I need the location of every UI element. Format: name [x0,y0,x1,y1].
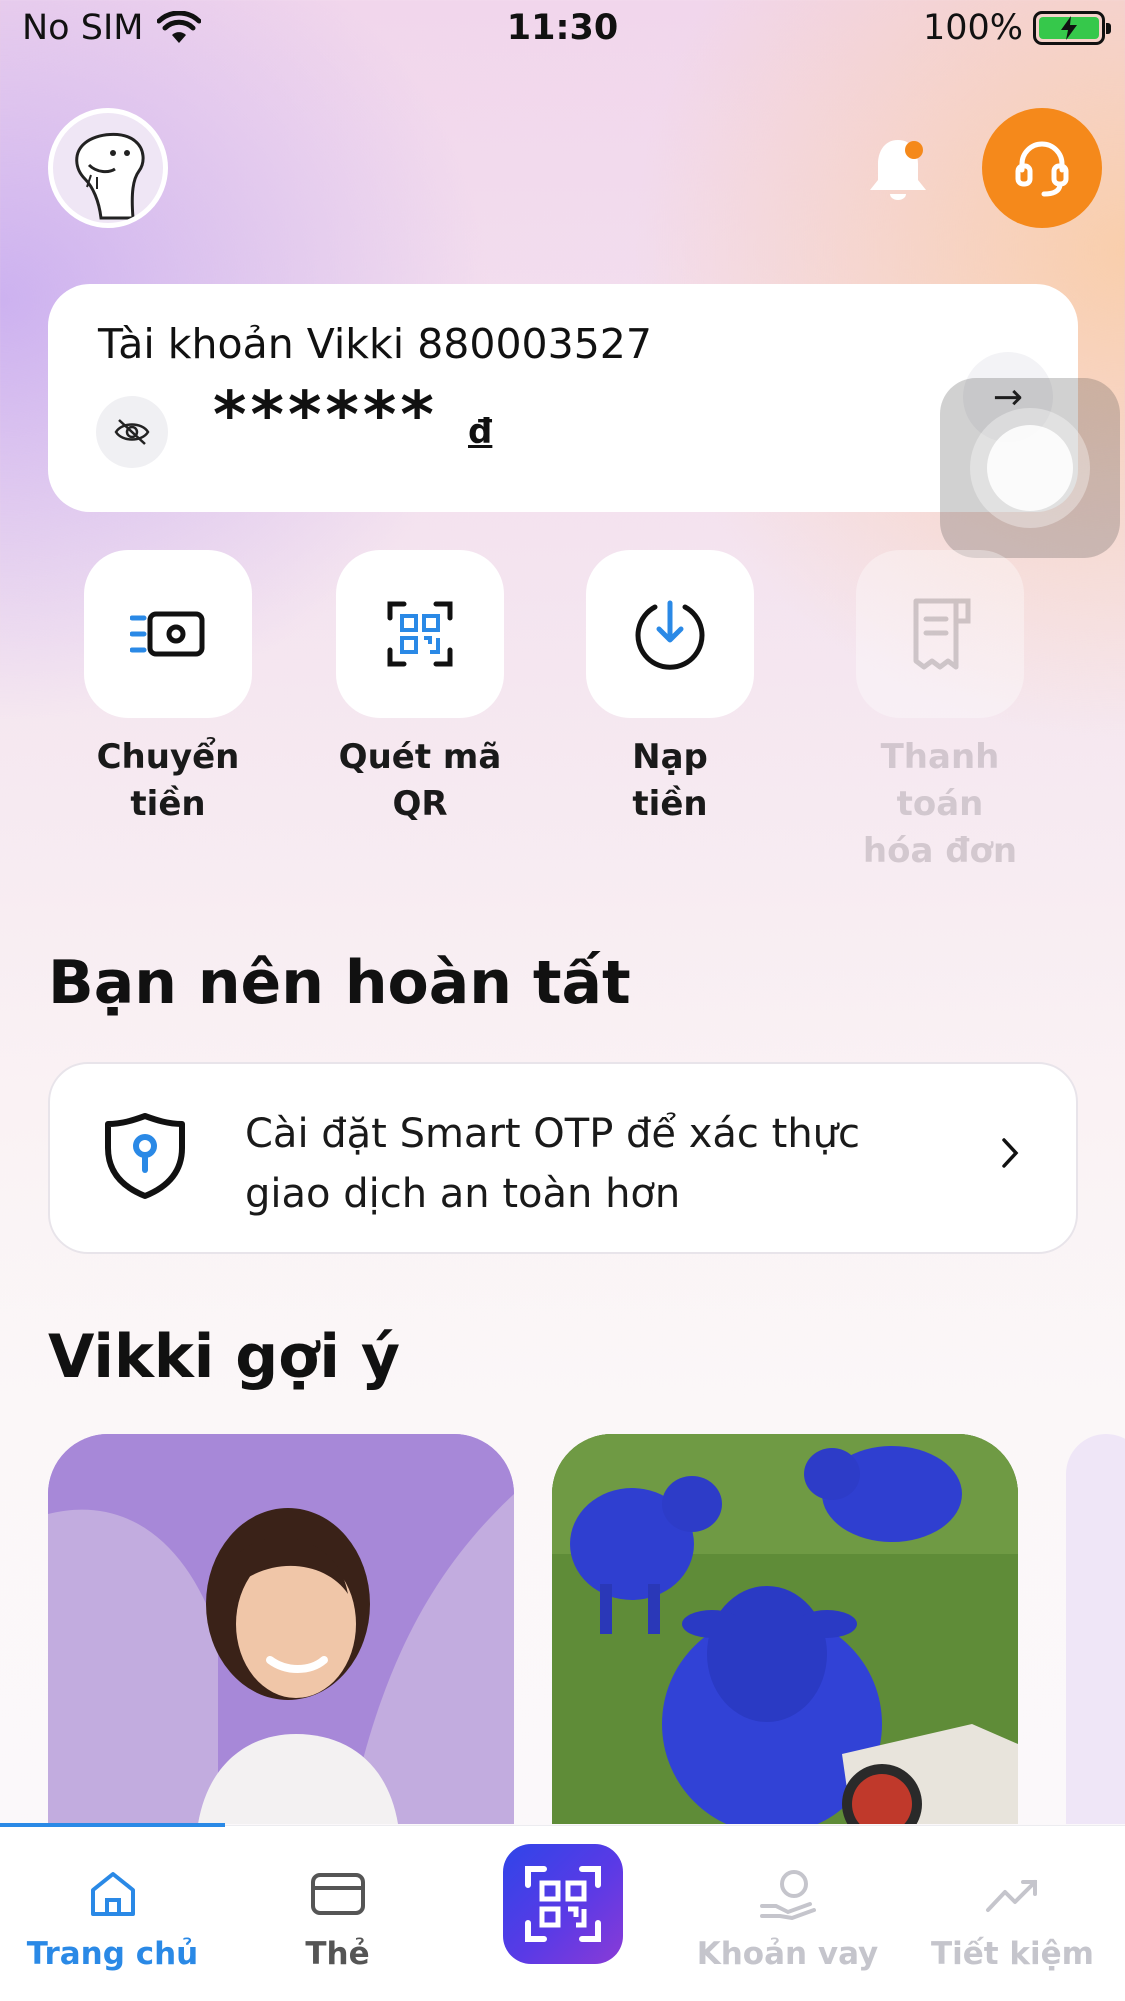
bottom-nav: Trang chủ Thẻ Khoản vay Tiết kiệm [0,1823,1125,2001]
quick-action-label: Thanh toán hóa đơn [862,737,1018,871]
chevron-right-icon [1002,1138,1019,1168]
savings-icon [985,1880,1037,1912]
quick-action-label: Nạp tiền [632,737,708,824]
complete-section-title: Bạn nên hoàn tất [48,948,631,1018]
nav-item-home[interactable]: Trang chủ [0,1864,225,1972]
home-icon [90,1872,135,1916]
eye-off-icon [114,419,150,445]
nav-item-card[interactable]: Thẻ [225,1864,450,1972]
nav-label: Trang chủ [26,1936,199,1972]
assistive-touch-button[interactable] [940,378,1120,558]
account-title: Tài khoản Vikki 880003527 [98,320,652,368]
suggest-card-blue-sheep[interactable] [552,1434,1018,1824]
quick-action-label: Chuyển tiền [96,737,240,824]
avatar-mascot-icon [75,133,145,220]
battery-percent: 100% [922,8,1023,48]
smart-otp-card[interactable]: Cài đặt Smart OTP để xác thực giao dịch … [48,1062,1078,1254]
nav-label: Tiết kiệm [931,1936,1094,1972]
headset-icon [1015,141,1069,197]
account-card[interactable]: Tài khoản Vikki 880003527 ****** đ → [48,284,1078,512]
quick-action-bill-payment[interactable]: Thanh toán hóa đơn [840,550,1040,875]
nav-active-indicator [0,1823,225,1827]
nav-item-savings[interactable]: Tiết kiệm [900,1864,1125,1972]
transfer-icon [84,550,252,718]
status-right: 100% [922,8,1111,48]
bill-icon [856,550,1024,718]
suggest-card-promo-woman[interactable] [48,1434,514,1824]
card-icon [310,1873,365,1915]
quick-action-qr[interactable]: Quét mã QR [320,550,520,828]
balance-masked: ****** [213,379,438,453]
promo-woman-image [48,1434,514,1824]
quick-action-label: Quét mã QR [338,737,502,824]
blue-sheep-image [552,1434,1018,1824]
qr-scan-icon [525,1866,601,1942]
shield-key-icon [105,1113,185,1199]
nav-scan-qr-button[interactable] [503,1844,623,1964]
support-button[interactable] [982,108,1102,228]
smart-otp-text: Cài đặt Smart OTP để xác thực giao dịch … [245,1111,861,1217]
avatar[interactable] [48,108,168,228]
toggle-balance-button[interactable] [96,396,168,468]
nav-label: Thẻ [305,1936,370,1972]
status-bar: No SIM 11:30 100% [0,0,1125,62]
battery-icon [1033,11,1111,45]
suggest-section-title: Vikki gợi ý [48,1322,400,1392]
quick-action-transfer[interactable]: Chuyển tiền [68,550,268,828]
nav-item-loan[interactable]: Khoản vay [675,1864,900,1972]
nav-label: Khoản vay [696,1936,879,1972]
notification-bell-icon[interactable] [866,134,930,204]
deposit-icon [586,550,754,718]
quick-action-deposit[interactable]: Nạp tiền [570,550,770,828]
loan-icon [759,1870,816,1920]
qr-scan-icon [336,550,504,718]
currency-symbol: đ [468,412,493,452]
suggest-card-next[interactable] [1066,1434,1125,1824]
